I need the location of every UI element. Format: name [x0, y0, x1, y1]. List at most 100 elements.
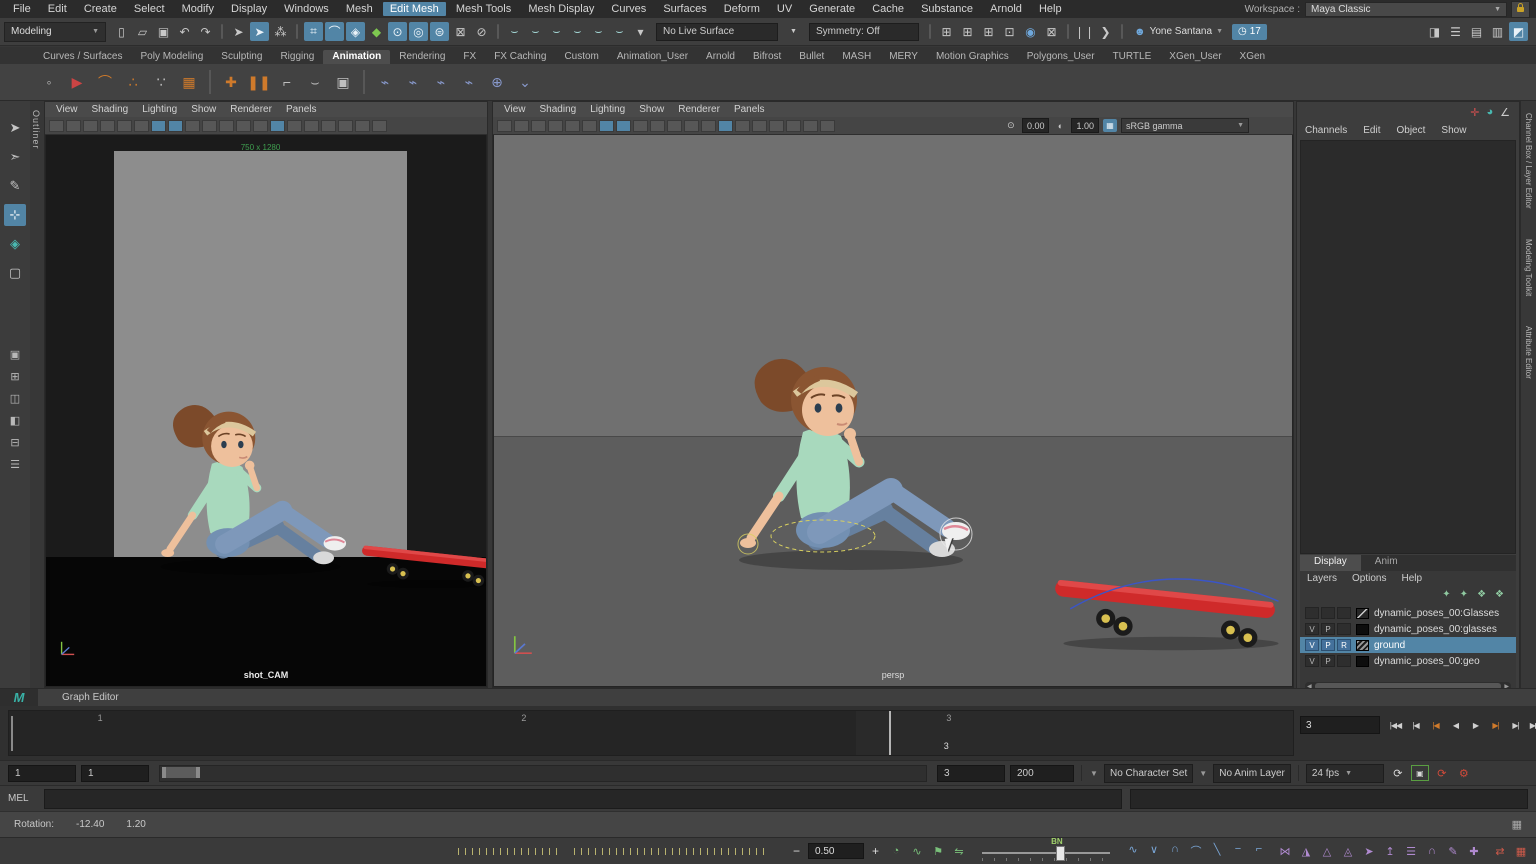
- safe-action-icon[interactable]: [287, 120, 302, 132]
- step-forward-button[interactable]: ▶|: [1486, 716, 1505, 734]
- set-key-curve-icon[interactable]: ⌣: [302, 69, 328, 95]
- use-default-material-icon[interactable]: [185, 120, 200, 132]
- shelf-tab[interactable]: Custom: [555, 50, 607, 64]
- live-surface-menu-icon[interactable]: ▾: [631, 22, 650, 41]
- animation-start-field[interactable]: 1: [8, 765, 76, 782]
- layer-display-type-toggle[interactable]: [1337, 607, 1351, 619]
- menu-item[interactable]: Curves: [604, 2, 653, 16]
- menu-item[interactable]: Windows: [277, 2, 336, 16]
- shelf-tab[interactable]: Curves / Surfaces: [34, 50, 131, 64]
- ghost-toggle-icon[interactable]: ⋈: [1276, 845, 1294, 858]
- scale-constraint-icon[interactable]: ⌁: [456, 69, 482, 95]
- snap-grid-icon[interactable]: ⌗: [304, 22, 323, 41]
- orient-constraint-icon[interactable]: ⌁: [428, 69, 454, 95]
- layout-four-pane-icon[interactable]: ⊞: [5, 368, 25, 385]
- auto-keyframe-icon[interactable]: ⟳: [1433, 765, 1451, 781]
- current-time-cursor[interactable]: [889, 711, 891, 755]
- grease-pencil-icon[interactable]: [786, 120, 801, 132]
- viewport-menu-item[interactable]: View: [49, 104, 85, 115]
- lock-camera-icon[interactable]: [66, 120, 81, 132]
- move-tool-icon[interactable]: ⊹: [4, 204, 26, 226]
- command-line-language-label[interactable]: MEL: [8, 793, 36, 804]
- tangent-auto-icon[interactable]: ⌒: [1187, 843, 1205, 859]
- playback-end-field[interactable]: 3: [937, 765, 1005, 782]
- layout-split-icon[interactable]: ⊟: [5, 434, 25, 451]
- move-layer-down-icon[interactable]: ✦: [1460, 589, 1468, 600]
- shelf-tab[interactable]: Motion Graphics: [927, 50, 1018, 64]
- isolate-select-icon[interactable]: [321, 120, 336, 132]
- menu-item[interactable]: Cache: [865, 2, 911, 16]
- snap-surface-icon[interactable]: ⊙: [388, 22, 407, 41]
- play-every-frame-icon[interactable]: ➤: [1360, 845, 1378, 858]
- layer-display-type-toggle[interactable]: R: [1337, 639, 1351, 651]
- resolution-gate-icon[interactable]: [236, 120, 251, 132]
- divider[interactable]: [221, 24, 223, 39]
- mel-key-icon[interactable]: ▣: [1411, 765, 1429, 781]
- tangent-linear-icon[interactable]: ∨: [1145, 843, 1163, 859]
- sidebar-vertical-tab[interactable]: Channel Box / Layer Editor: [1524, 113, 1533, 209]
- lock-selection-icon[interactable]: ⊠: [451, 22, 470, 41]
- chevron-down-icon[interactable]: ▼: [784, 22, 803, 41]
- command-input[interactable]: [44, 789, 1122, 809]
- film-gate-icon[interactable]: [667, 120, 682, 132]
- channel-box-menu-item[interactable]: Show: [1441, 125, 1482, 136]
- shelf-tab[interactable]: Bifrost: [744, 50, 790, 64]
- workspace-lock-button[interactable]: [1511, 1, 1530, 18]
- workspace-selector[interactable]: Maya Classic ▼: [1305, 2, 1507, 17]
- character-set-selector[interactable]: No Character Set: [1104, 764, 1193, 783]
- layout-single-pane-icon[interactable]: ▣: [5, 346, 25, 363]
- render-current-frame-icon[interactable]: ⊞: [958, 22, 977, 41]
- new-layer-from-selected-icon[interactable]: ❖: [1495, 589, 1504, 600]
- animation-prefs-icon[interactable]: ⚙: [1455, 765, 1473, 781]
- chevron-down-icon[interactable]: ▼: [1198, 769, 1208, 778]
- layer-color-swatch[interactable]: [1356, 624, 1369, 635]
- snapshot-icon[interactable]: △: [1318, 845, 1336, 858]
- paint-effects-icon[interactable]: ⊠: [1042, 22, 1061, 41]
- snap-view-plane-icon[interactable]: ◆: [367, 22, 386, 41]
- range-slider-handle[interactable]: [162, 767, 200, 778]
- divider[interactable]: [363, 70, 365, 94]
- tool-settings-toggle-icon[interactable]: ☰: [1446, 22, 1465, 41]
- viewport-menu-item[interactable]: Renderer: [671, 104, 727, 115]
- bookmarks-icon[interactable]: [100, 120, 115, 132]
- snap-curve-icon[interactable]: ⌒: [325, 22, 344, 41]
- viewport-menu-item[interactable]: Shading: [85, 104, 136, 115]
- view-transform-selector[interactable]: sRGB gamma ▼: [1121, 118, 1249, 133]
- shelf-tab[interactable]: Sculpting: [212, 50, 271, 64]
- outliner-panel-tab[interactable]: Outliner: [31, 110, 41, 150]
- gate-mask-icon[interactable]: [701, 120, 716, 132]
- tangent-flat-icon[interactable]: ╲: [1208, 843, 1226, 859]
- layer-playback-toggle[interactable]: P: [1321, 623, 1335, 635]
- divider[interactable]: [296, 24, 298, 39]
- blend-slider[interactable]: BN: [982, 840, 1110, 862]
- blend-slider-handle[interactable]: [1056, 846, 1065, 861]
- playback-loop-icon[interactable]: ⟳: [1389, 765, 1407, 781]
- layout-two-pane-icon[interactable]: ◫: [5, 390, 25, 407]
- divider[interactable]: [497, 24, 499, 39]
- stopwatch-icon[interactable]: ◔: [887, 845, 905, 858]
- textured-icon[interactable]: [168, 120, 183, 132]
- shelf-popup-icon[interactable]: ◦: [36, 69, 62, 95]
- menu-item[interactable]: Help: [1032, 2, 1069, 16]
- bookmarks-icon[interactable]: [548, 120, 563, 132]
- select-object-icon[interactable]: ➤: [229, 22, 248, 41]
- mirror-icon[interactable]: ⇋: [950, 845, 968, 858]
- tangent-spline-icon[interactable]: ∿: [1124, 843, 1142, 859]
- menu-item[interactable]: Mesh: [339, 2, 380, 16]
- divider[interactable]: [209, 70, 211, 94]
- isolate-select-icon[interactable]: [769, 120, 784, 132]
- pole-vector-icon[interactable]: ⌄: [512, 69, 538, 95]
- divider[interactable]: [1067, 24, 1069, 39]
- viewport-menu-item[interactable]: View: [497, 104, 533, 115]
- select-camera-icon[interactable]: [49, 120, 64, 132]
- layer-editor-menu-item[interactable]: Help: [1401, 573, 1437, 584]
- image-plane-icon[interactable]: [565, 120, 580, 132]
- exposure-icon[interactable]: ⊙: [1004, 119, 1018, 132]
- shelf-tab[interactable]: XGen_User: [1160, 50, 1230, 64]
- fps-selector[interactable]: 24 fps ▼: [1306, 764, 1384, 783]
- arc-tool-icon[interactable]: ∩: [1423, 845, 1441, 858]
- history-flag-icon[interactable]: ⌣: [610, 22, 629, 41]
- viewport-menu-item[interactable]: Show: [632, 104, 671, 115]
- add-key-icon[interactable]: ✚: [1465, 845, 1483, 858]
- menu-item[interactable]: Deform: [717, 2, 767, 16]
